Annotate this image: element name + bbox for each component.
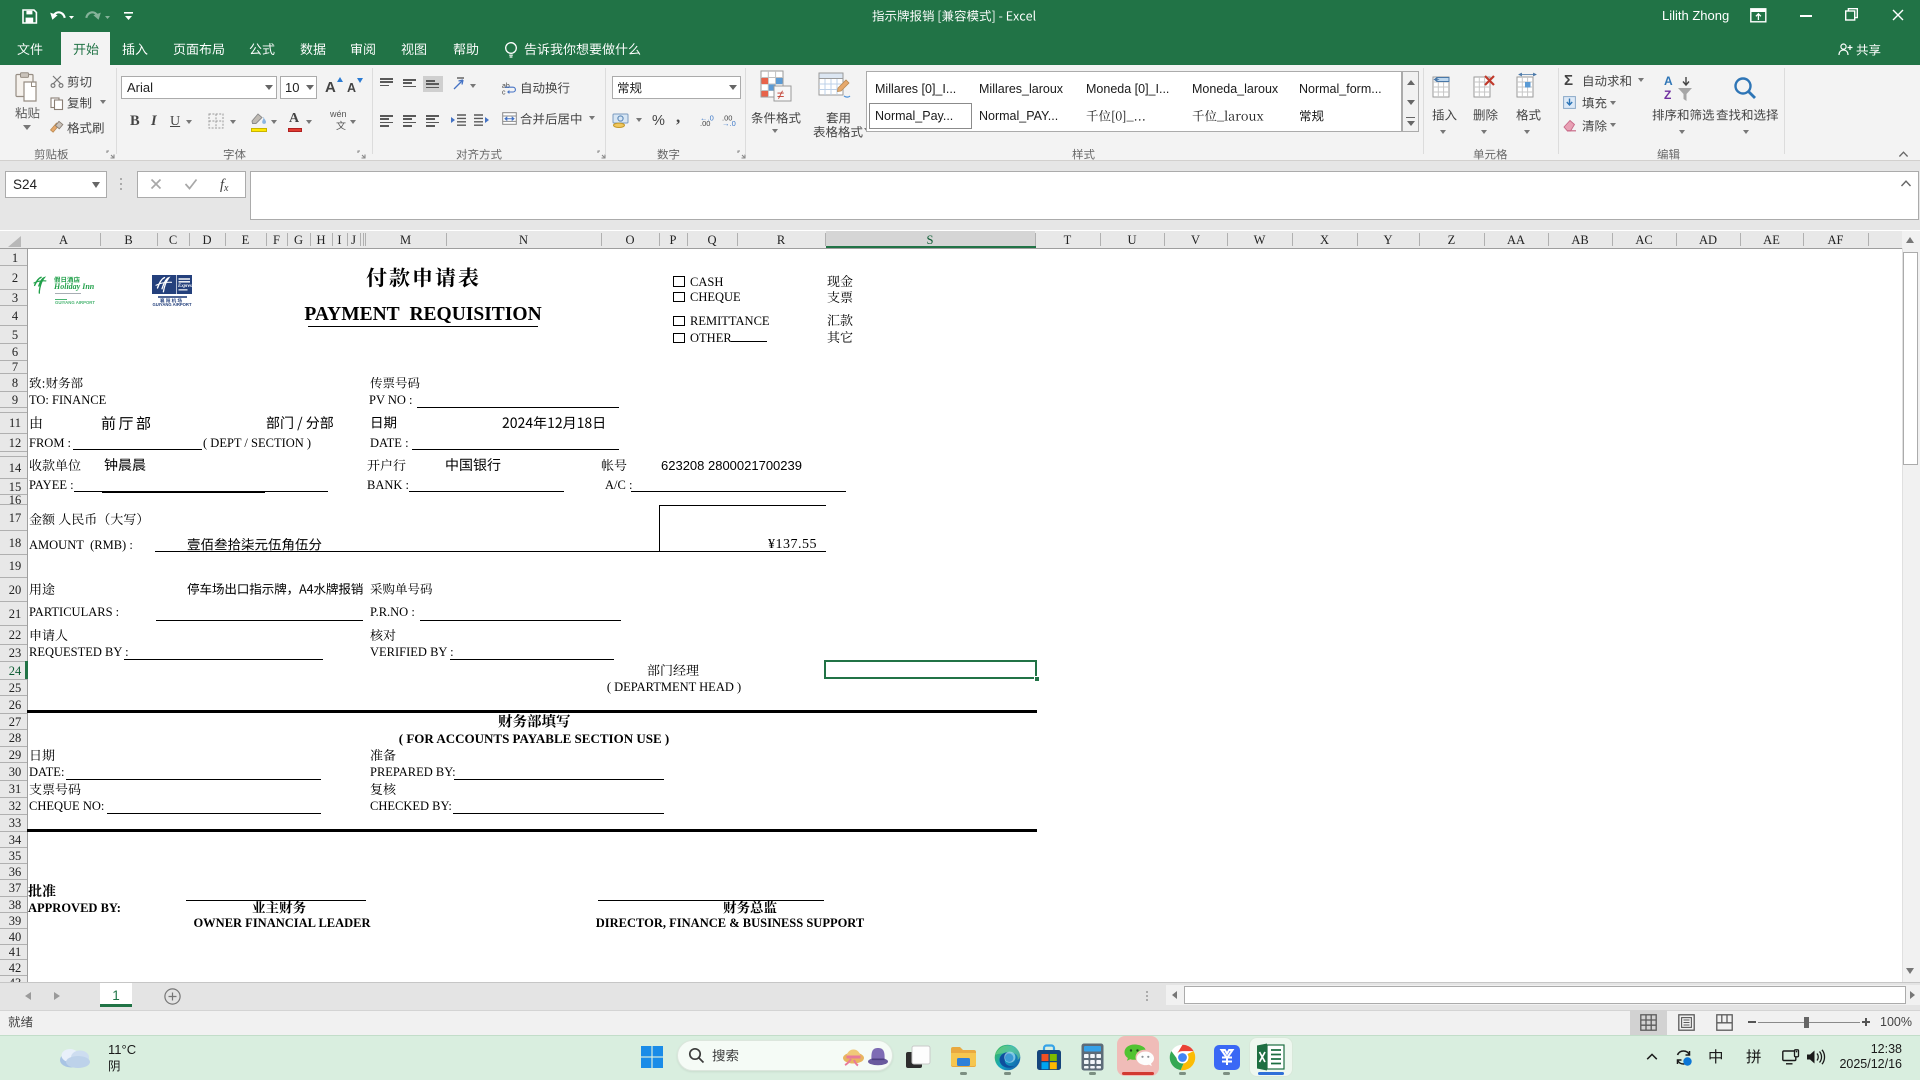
- svg-text:Z: Z: [1664, 88, 1671, 102]
- svg-text:.00: .00: [700, 119, 710, 128]
- svg-text:→.0: →.0: [722, 119, 736, 128]
- svg-text:A: A: [1664, 74, 1673, 88]
- svg-text:≠: ≠: [777, 87, 784, 102]
- svg-text:Express: Express: [177, 284, 194, 289]
- svg-text:c: c: [502, 90, 506, 97]
